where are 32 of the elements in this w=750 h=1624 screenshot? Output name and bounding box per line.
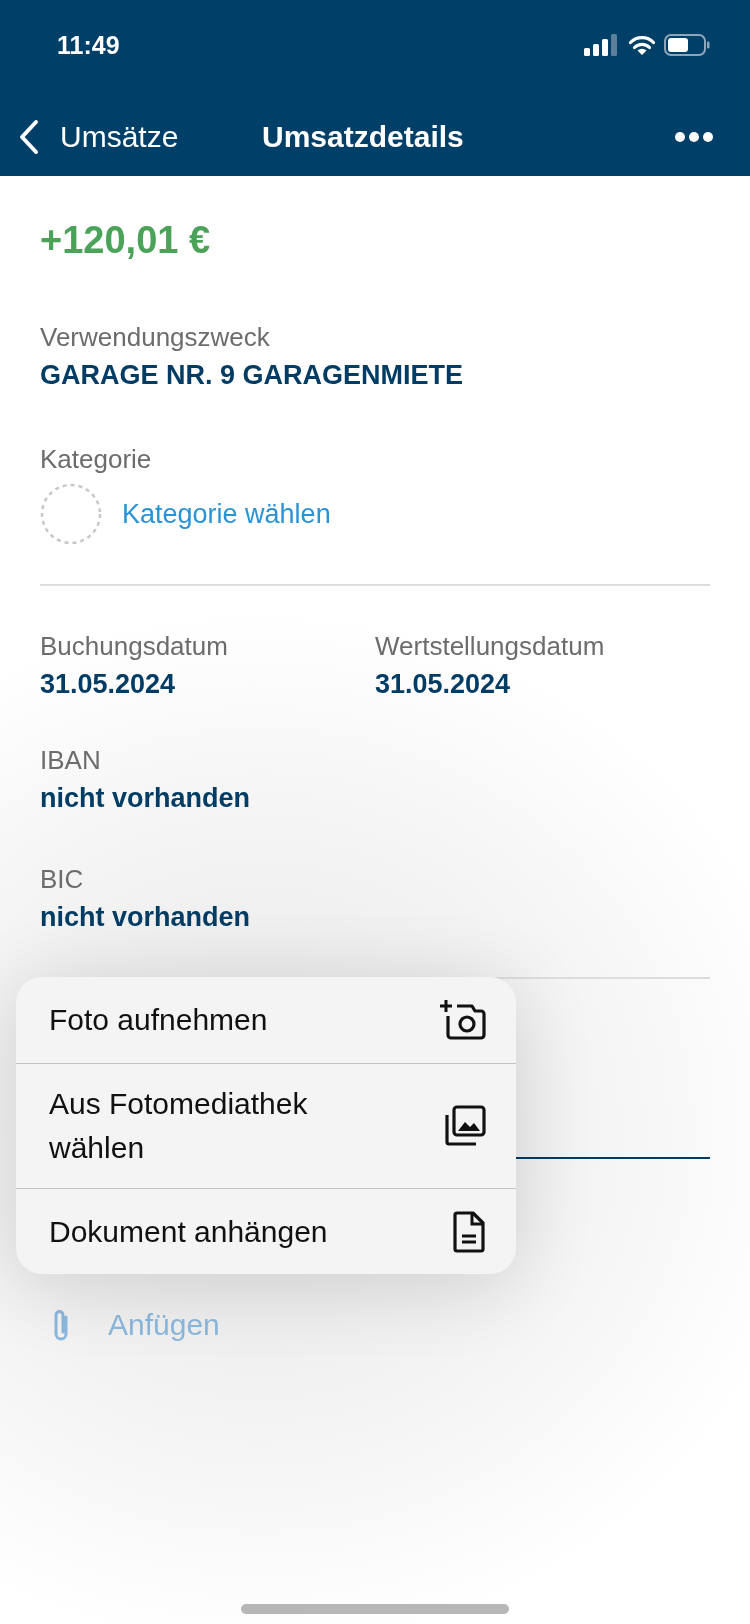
more-icon[interactable] [674,131,714,143]
field-label: BIC [40,863,85,896]
field-label: Kategorie [40,443,153,476]
field-label: Buchungsdatum [40,630,229,663]
status-time: 11:49 [57,30,120,60]
chevron-left-icon [18,119,40,155]
date-value: 31.05.2024 [40,668,177,701]
purpose-text: GARAGE NR. 9 GARAGENMIETE [40,359,465,392]
date-value: 31.05.2024 [375,668,512,701]
field-value: nicht vorhanden [40,782,251,815]
screen-title: Umsatzdetails [262,120,464,154]
amount: +120,01 € [40,219,212,262]
field-value: nicht vorhanden [40,901,251,934]
field-label: IBAN [40,744,102,777]
wifi-icon [628,34,656,56]
menu-item[interactable]: Aus Fotomediathek wählen [16,1063,516,1188]
menu-item-label: Foto aufnehmen [49,1002,268,1038]
category-placeholder-icon [40,483,102,545]
camera-add-icon [440,999,486,1041]
menu-item-label: Dokument anhängen [49,1213,328,1250]
menu-item[interactable]: Dokument anhängen [16,1188,516,1274]
menu-item-label: Aus Fotomediathek wählen [49,1086,309,1166]
battery-icon [664,34,710,56]
document-icon [452,1210,486,1253]
field-label: Verwendungszweck [40,321,271,354]
attach-label: Anfügen [108,1308,220,1342]
back-button[interactable]: Umsätze [18,119,179,155]
signal-icon [584,34,620,56]
back-label: Umsätze [60,120,179,154]
field-label: Wertstellungsdatum [375,630,606,663]
photo-library-icon [444,1105,486,1147]
menu-item[interactable]: Foto aufnehmen [16,977,516,1063]
